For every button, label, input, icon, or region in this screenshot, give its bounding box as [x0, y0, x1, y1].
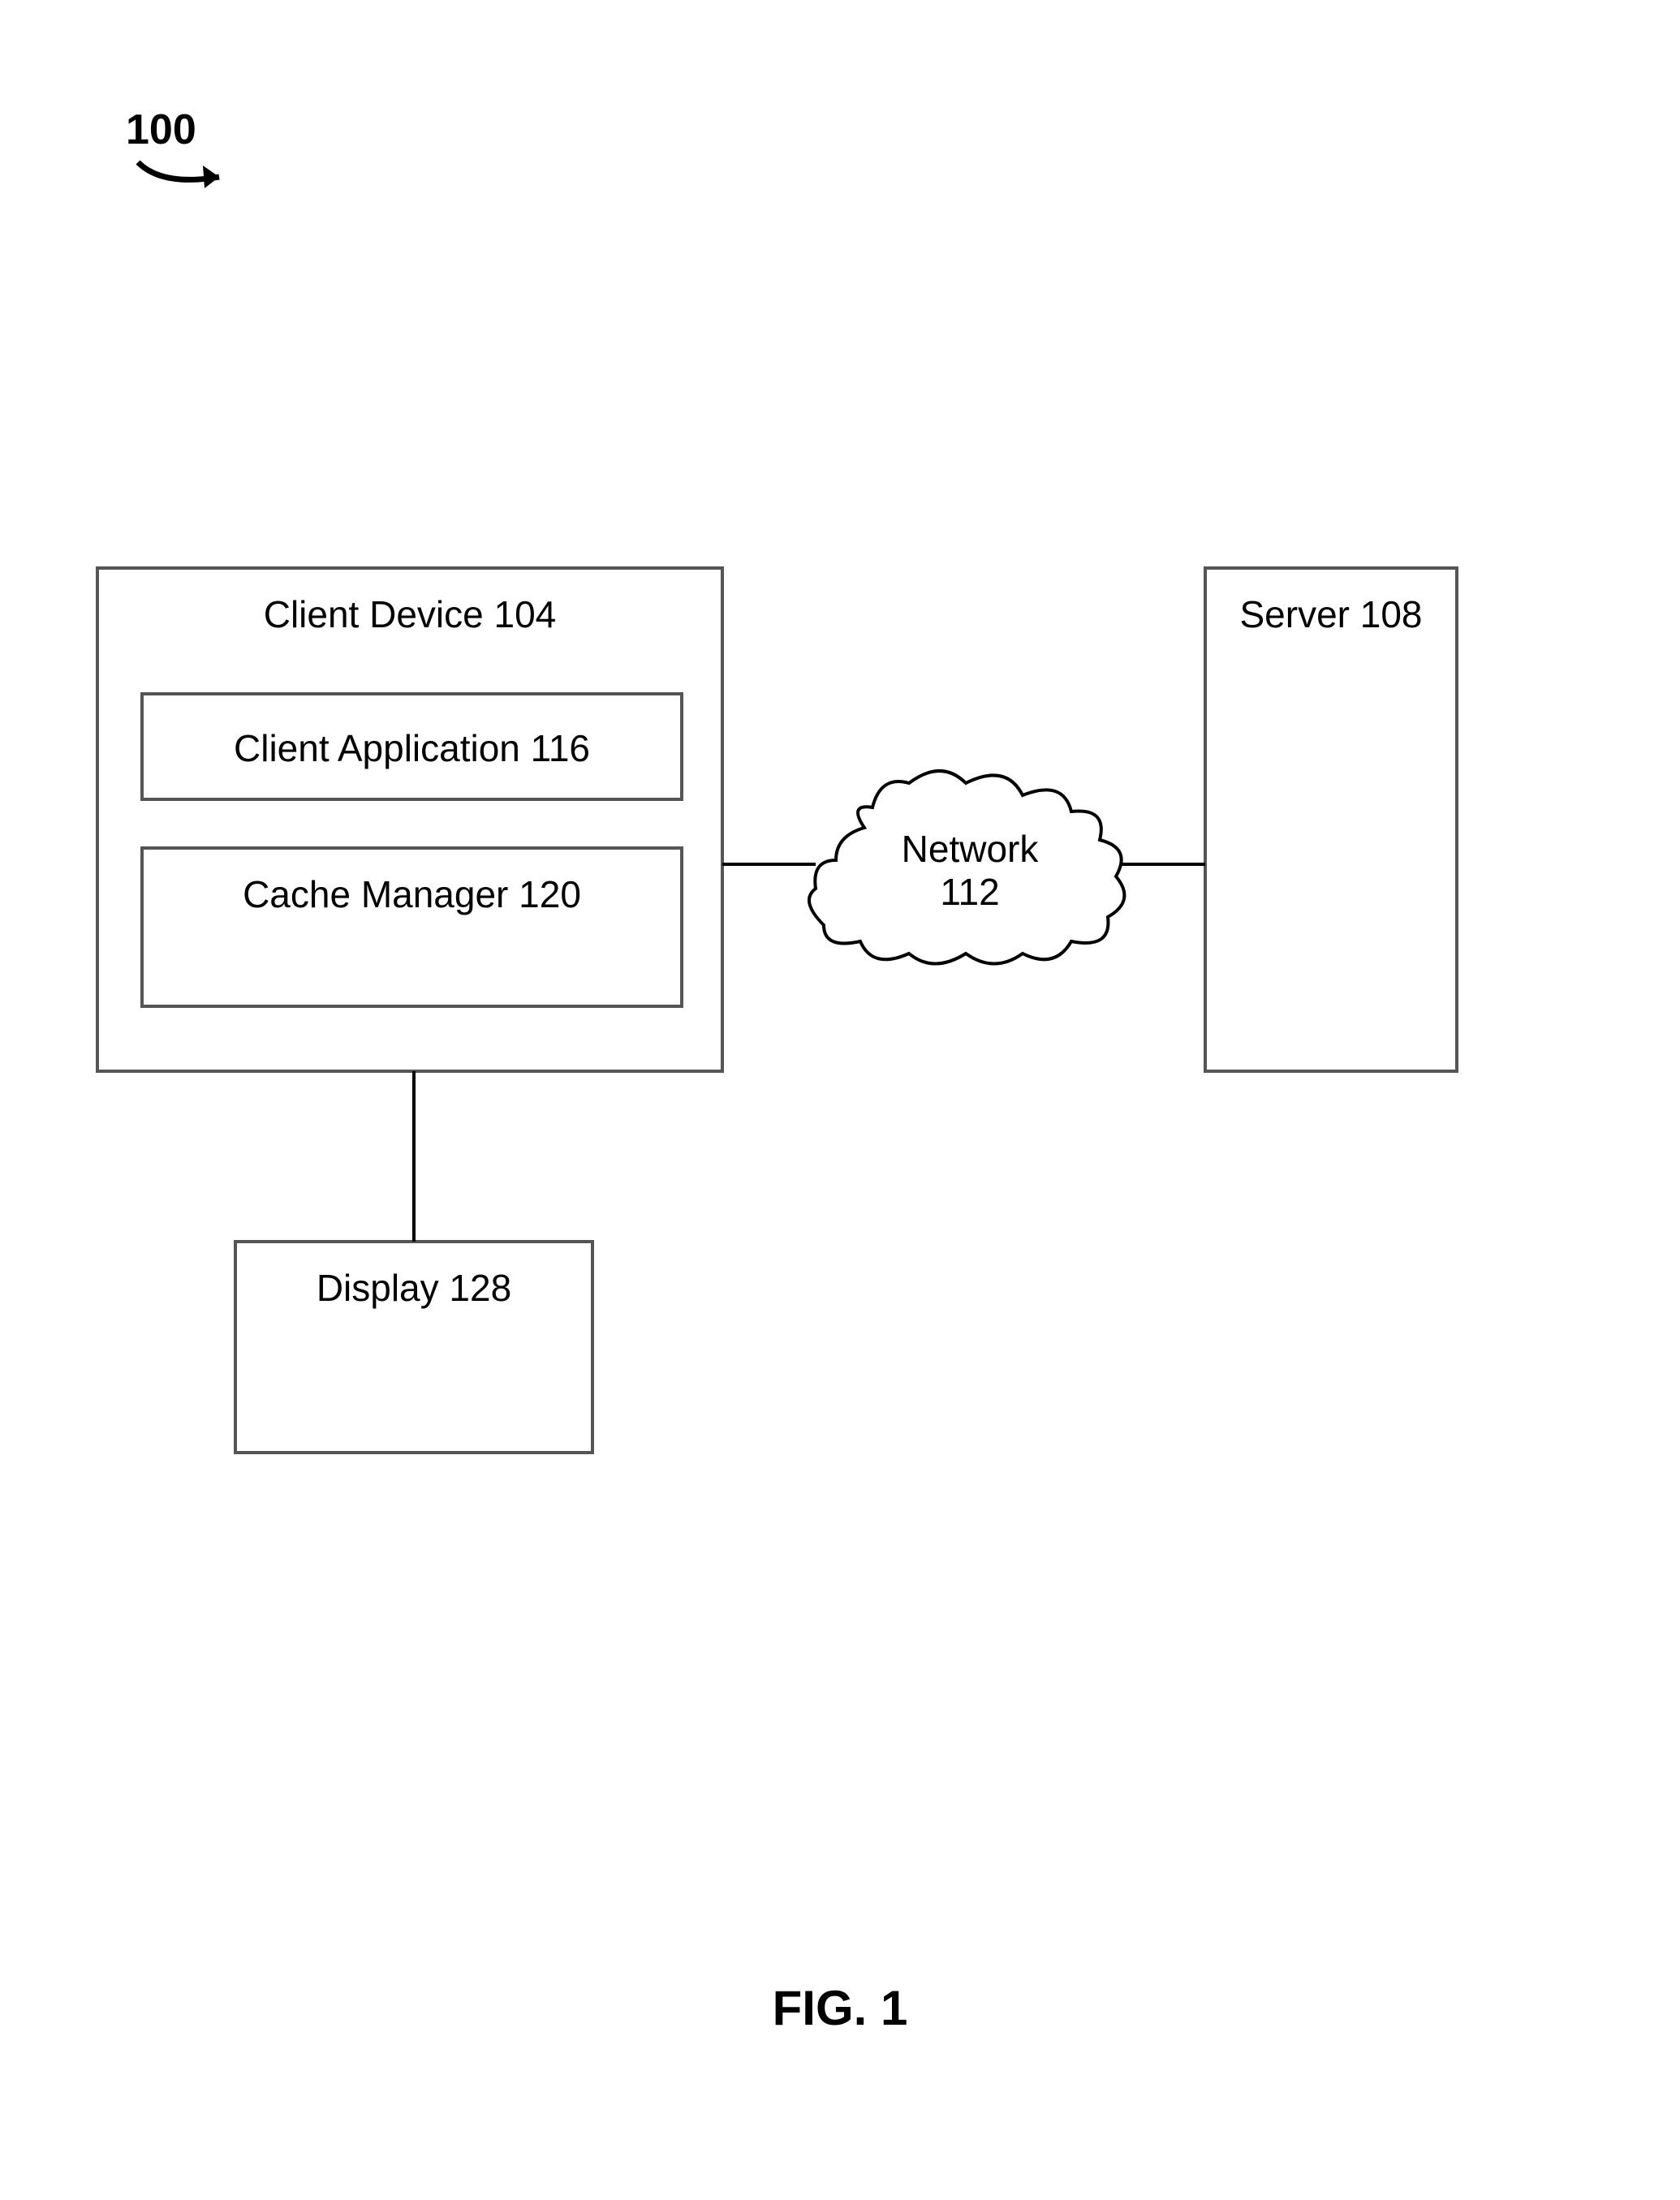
network-label-line2: 112 — [836, 871, 1104, 914]
server-box — [1205, 568, 1457, 1071]
figure-caption: FIG. 1 — [0, 1980, 1680, 2036]
page: 100 Client Device 104 Client Application… — [0, 0, 1680, 2200]
reference-arrow-icon — [138, 162, 219, 188]
display-label: Display 128 — [235, 1266, 592, 1310]
server-label: Server 108 — [1205, 592, 1457, 636]
network-label: Network 112 — [836, 828, 1104, 914]
network-label-line1: Network — [836, 828, 1104, 871]
cache-manager-label: Cache Manager 120 — [142, 872, 682, 916]
client-application-label: Client Application 116 — [142, 726, 682, 770]
client-device-label: Client Device 104 — [97, 592, 722, 636]
connectors-layer — [0, 0, 1680, 2200]
